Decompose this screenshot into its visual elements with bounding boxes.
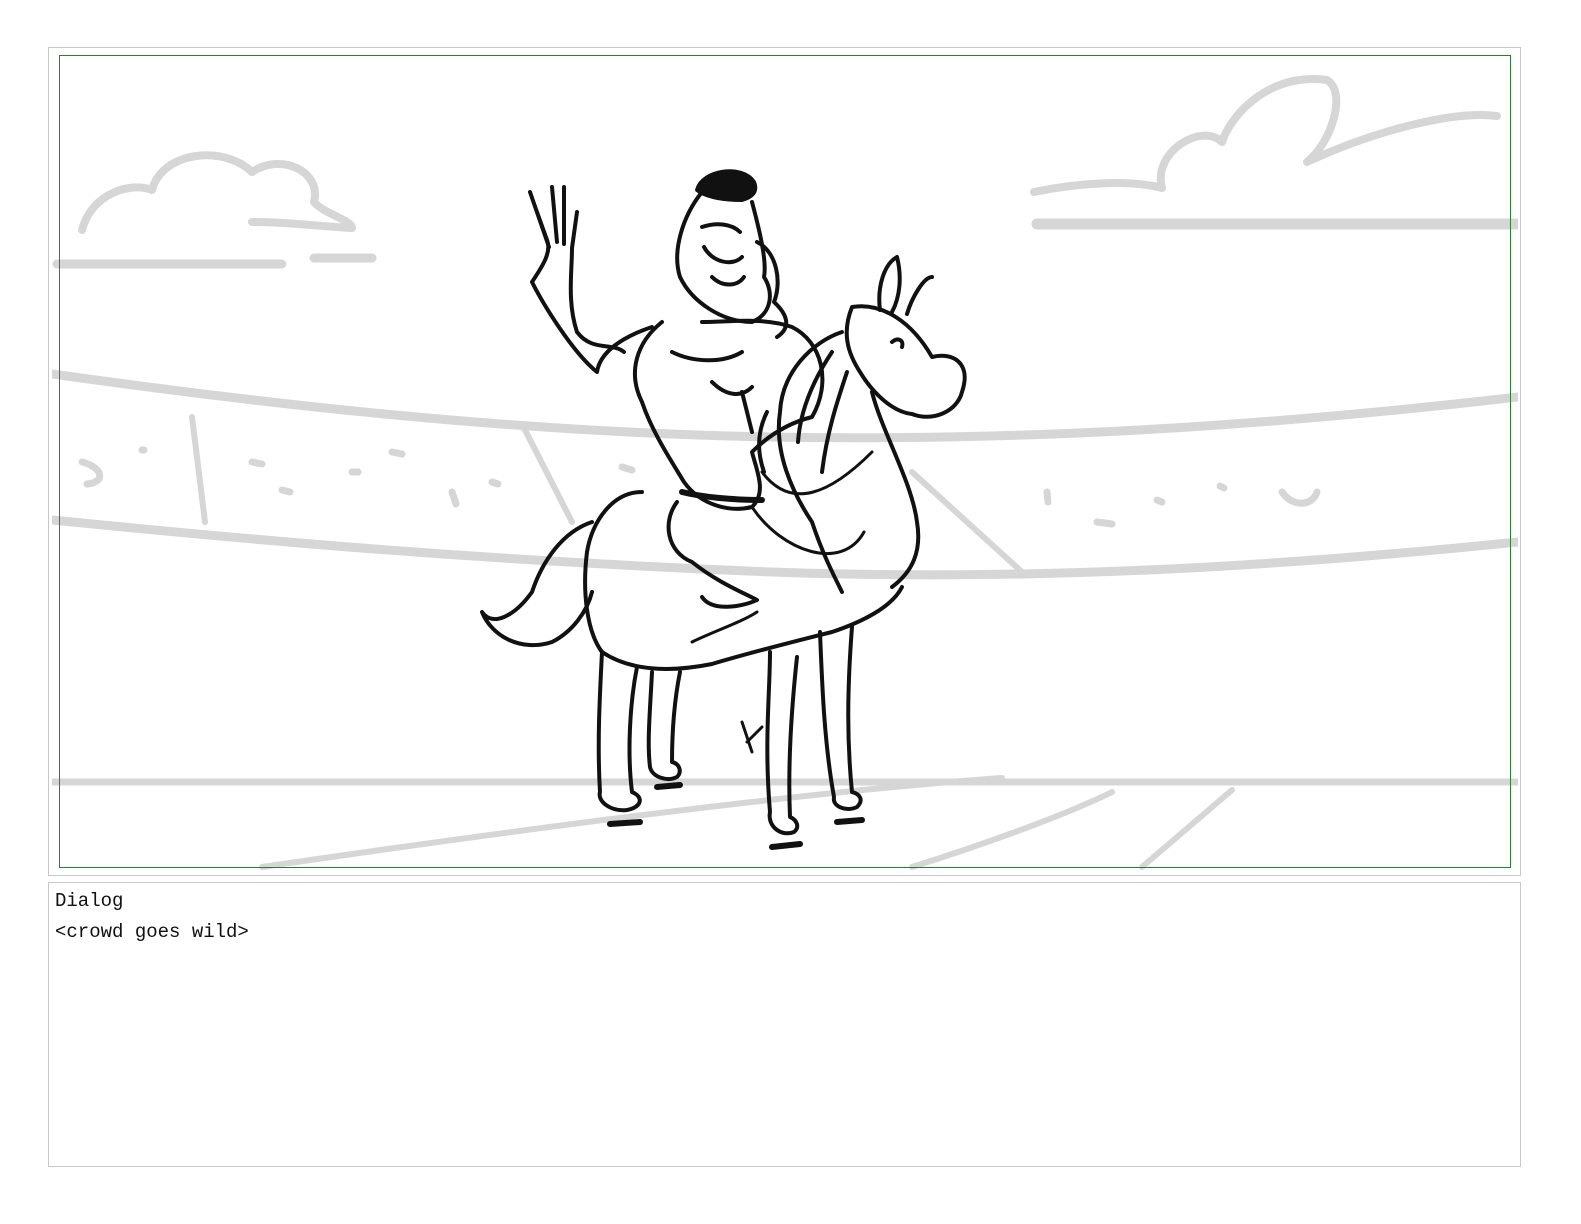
dialog-text: <crowd goes wild> xyxy=(55,921,249,943)
dialog-box: Dialog <crowd goes wild> xyxy=(48,882,1521,1167)
dialog-label: Dialog xyxy=(55,890,124,912)
safe-area-border xyxy=(59,55,1511,868)
